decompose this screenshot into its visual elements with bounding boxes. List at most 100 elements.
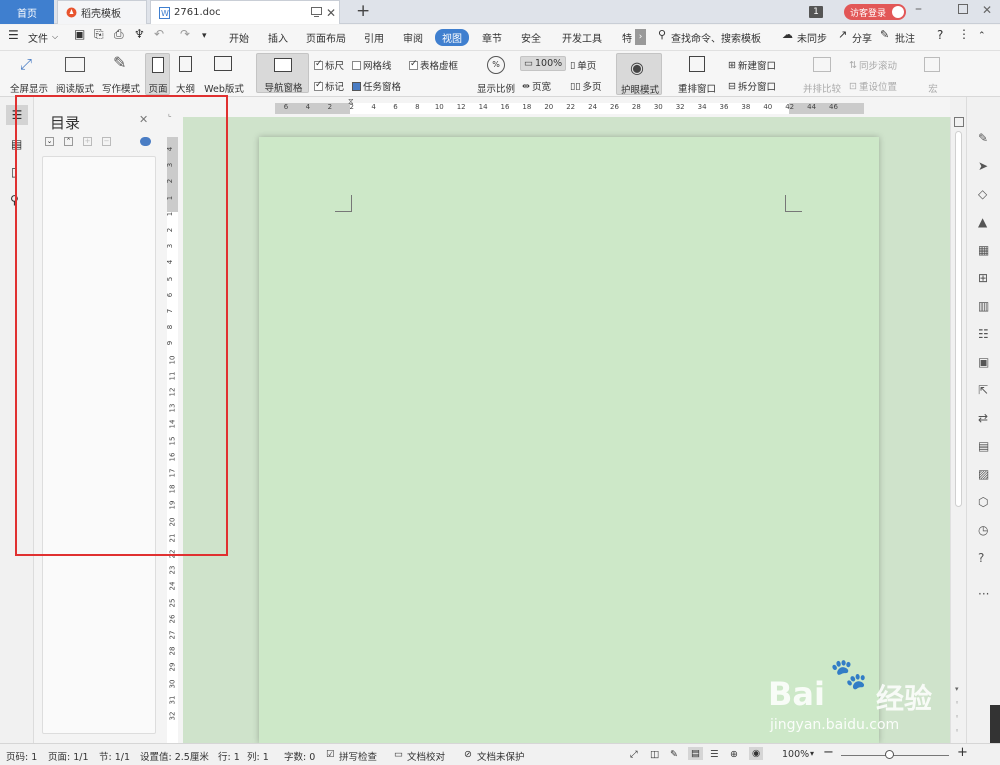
cursor-icon[interactable]: ➤ [978, 159, 988, 173]
prev-page-icon[interactable]: ◦ [955, 699, 959, 707]
export-icon[interactable]: ⎘ [94, 27, 104, 42]
reading-mode-button[interactable]: 阅读版式 [54, 53, 96, 95]
image-search-icon[interactable]: ▣ [978, 355, 989, 369]
more-icon[interactable]: ⋮ [958, 27, 970, 41]
quick-access-more-icon[interactable]: ▾ [202, 31, 207, 41]
save-icon[interactable]: ▣ [74, 27, 85, 41]
restore-icon[interactable] [958, 4, 968, 14]
macro-button[interactable]: 宏 [918, 53, 948, 95]
menu-references[interactable]: 引用 [364, 30, 384, 45]
proofread-button[interactable]: 文档校对 [407, 749, 445, 763]
writing-status-icon[interactable]: ✎ [670, 749, 678, 760]
menu-special[interactable]: 特 [622, 30, 632, 45]
history-icon[interactable]: ◷ [978, 523, 988, 537]
sync-status[interactable]: 未同步 [797, 30, 827, 45]
menu-home[interactable]: 开始 [229, 30, 249, 45]
fullscreen-status-icon[interactable]: ⤢ [630, 749, 638, 760]
new-window-button[interactable]: ⊞ 新建窗口 [728, 58, 776, 73]
undo-icon[interactable]: ↶ [154, 27, 164, 41]
comment-button[interactable]: 批注 [895, 30, 915, 45]
marks-checkbox[interactable]: 标记 [314, 79, 344, 93]
chart-icon[interactable]: ▥ [978, 299, 989, 313]
sync-scroll-button[interactable]: ⇅ 同步滚动 [849, 58, 897, 73]
guest-login-button[interactable]: 访客登录 [844, 4, 906, 20]
tab-document[interactable]: W 2761.doc ✕ [150, 0, 340, 24]
web-layout-button[interactable]: Web版式 [202, 53, 246, 95]
zoom-slider-thumb[interactable] [884, 750, 894, 759]
edit-icon[interactable]: ✎ [978, 131, 988, 145]
protect-status[interactable]: 文档未保护 [477, 749, 525, 763]
vertical-scrollbar[interactable]: ▾ ◦ ◦ ◦ [950, 117, 966, 743]
side-dock-handle[interactable] [990, 705, 1000, 743]
split-window-button[interactable]: ⊟ 拆分窗口 [728, 79, 776, 94]
tab-home[interactable]: 首页 [0, 0, 54, 24]
help-circle-icon[interactable]: ? [978, 551, 984, 565]
nav-pane-button[interactable]: 导航窗格 [256, 53, 309, 94]
eye-protection-button[interactable]: ◉ 护眼模式 [616, 53, 662, 96]
new-tab-icon[interactable]: + [356, 1, 370, 21]
shield-icon[interactable]: ⬡ [978, 495, 988, 509]
print-icon[interactable]: ⎙ [114, 27, 124, 42]
web-status-icon[interactable]: ⊕ [730, 749, 738, 760]
table-icon[interactable]: ▦ [978, 243, 989, 257]
indent-marker-icon[interactable]: ⧖ [348, 97, 354, 107]
tab-templates[interactable]: 稻壳模板 [57, 0, 147, 24]
page-width-button[interactable]: ⇹ 页宽 [522, 79, 551, 94]
scroll-thumb[interactable] [955, 131, 962, 507]
picture-icon[interactable]: ▨ [978, 467, 989, 481]
scroll-down-icon[interactable]: ▾ [955, 685, 959, 693]
menu-security[interactable]: 安全 [521, 30, 541, 45]
zoom-select[interactable]: 100% [782, 749, 809, 760]
page-status-icon[interactable]: ▤ [688, 747, 703, 760]
zoom-button[interactable]: % 显示比例 [475, 53, 517, 95]
task-pane-checkbox[interactable]: 任务窗格 [352, 79, 401, 93]
outline-button[interactable]: 大纲 [173, 53, 198, 95]
reset-position-button[interactable]: ⊡ 重设位置 [849, 79, 897, 94]
eye-status-icon[interactable]: ◉ [749, 747, 764, 760]
redo-icon[interactable]: ↷ [180, 27, 190, 41]
apps-icon[interactable]: ⊞ [978, 271, 988, 285]
zoom-100-button[interactable]: ▭ 100% [520, 56, 567, 71]
next-page-icon[interactable]: ◦ [955, 727, 959, 735]
shapes-icon[interactable]: ◇ [978, 187, 987, 201]
menu-insert[interactable]: 插入 [268, 30, 288, 45]
scroll-top-icon[interactable] [954, 117, 964, 127]
collapse-ribbon-icon[interactable]: ⌃ [978, 31, 986, 41]
table-dashed-checkbox[interactable]: 表格虚框 [409, 58, 458, 72]
minimize-icon[interactable]: – [915, 1, 922, 17]
help-icon[interactable]: ? [937, 28, 943, 42]
zoom-slider-track[interactable] [841, 755, 949, 756]
monitor-icon[interactable] [311, 7, 322, 17]
close-tab-icon[interactable]: ✕ [326, 6, 336, 20]
writing-mode-button[interactable]: ✎ 写作模式 [100, 53, 142, 95]
zoom-out-icon[interactable]: − [823, 745, 834, 760]
menu-page-layout[interactable]: 页面布局 [306, 30, 346, 45]
page-view-button[interactable]: 页面 [145, 53, 170, 95]
settings-sliders-icon[interactable]: ☷ [978, 327, 989, 341]
export-share-icon[interactable]: ⇱ [978, 383, 988, 397]
menu-developer[interactable]: 开发工具 [562, 30, 602, 45]
command-search[interactable]: 查找命令、搜索模板 [671, 30, 761, 45]
menu-chapter[interactable]: 章节 [482, 30, 502, 45]
select-browse-icon[interactable]: ◦ [955, 713, 959, 721]
menu-scroll-right-icon[interactable]: › [635, 29, 646, 45]
menu-review[interactable]: 审阅 [403, 30, 423, 45]
zoom-dropdown-icon[interactable]: ▾ [810, 749, 814, 758]
outline-status-icon[interactable]: ☰ [710, 749, 719, 760]
ruler-checkbox[interactable]: 标尺 [314, 58, 344, 72]
close-window-icon[interactable]: ✕ [982, 3, 992, 17]
menu-view[interactable]: 视图 [435, 29, 469, 46]
spell-check-button[interactable]: 拼写检查 [339, 749, 377, 763]
style-icon[interactable]: ▲ [978, 215, 987, 229]
more-tools-icon[interactable]: ··· [978, 587, 989, 601]
status-page-number[interactable]: 页码: 1 [6, 749, 37, 763]
rearrange-window-button[interactable]: 重排窗口 [673, 53, 721, 95]
menu-file[interactable]: 文件 [28, 30, 48, 45]
format-painter-icon[interactable]: ♆ [134, 27, 145, 41]
translate-icon[interactable]: ⇄ [978, 411, 988, 425]
zoom-in-icon[interactable]: + [957, 745, 968, 760]
document-page[interactable] [259, 137, 879, 743]
fullscreen-button[interactable]: ⤢ 全屏显示 [8, 53, 50, 95]
archive-icon[interactable]: ▤ [978, 439, 989, 453]
hamburger-icon[interactable]: ☰ [8, 28, 19, 42]
